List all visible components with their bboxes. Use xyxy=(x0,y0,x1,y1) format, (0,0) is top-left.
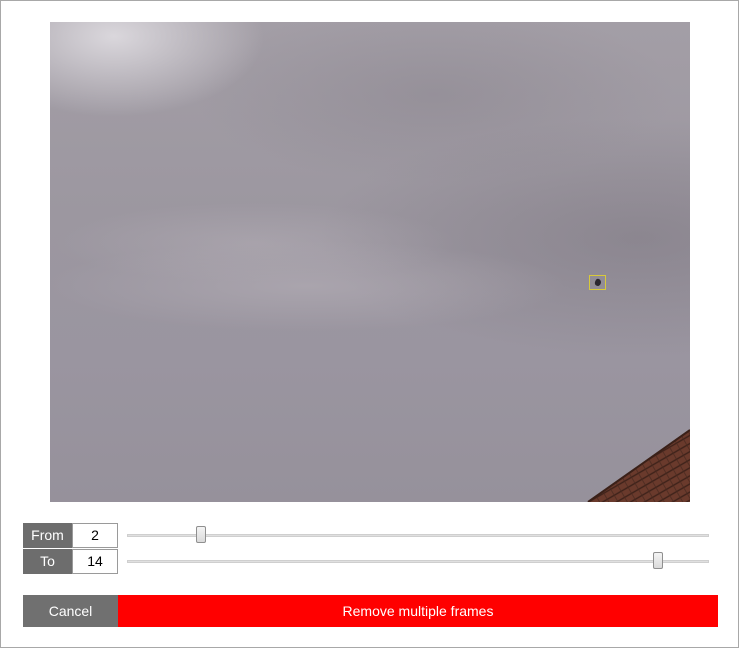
remove-multiple-frames-button[interactable]: Remove multiple frames xyxy=(118,595,718,627)
from-label: From xyxy=(23,523,72,548)
roof-tiles xyxy=(587,429,690,502)
detection-box xyxy=(589,275,606,290)
from-row: From xyxy=(23,523,709,548)
remove-frames-dialog: From To Cancel Remove multiple frames xyxy=(0,0,739,648)
from-slider[interactable] xyxy=(127,523,709,548)
to-value-input[interactable] xyxy=(72,549,118,574)
to-slider-track xyxy=(127,560,709,563)
cancel-button[interactable]: Cancel xyxy=(23,595,118,627)
to-slider-thumb[interactable] xyxy=(653,552,663,569)
to-row: To xyxy=(23,549,709,574)
to-slider[interactable] xyxy=(127,549,709,574)
to-label: To xyxy=(23,549,72,574)
from-value-input[interactable] xyxy=(72,523,118,548)
from-slider-thumb[interactable] xyxy=(196,526,206,543)
action-buttons: Cancel Remove multiple frames xyxy=(23,595,718,627)
frame-preview-image xyxy=(50,22,690,502)
from-slider-track xyxy=(127,534,709,537)
detected-object xyxy=(593,278,603,287)
